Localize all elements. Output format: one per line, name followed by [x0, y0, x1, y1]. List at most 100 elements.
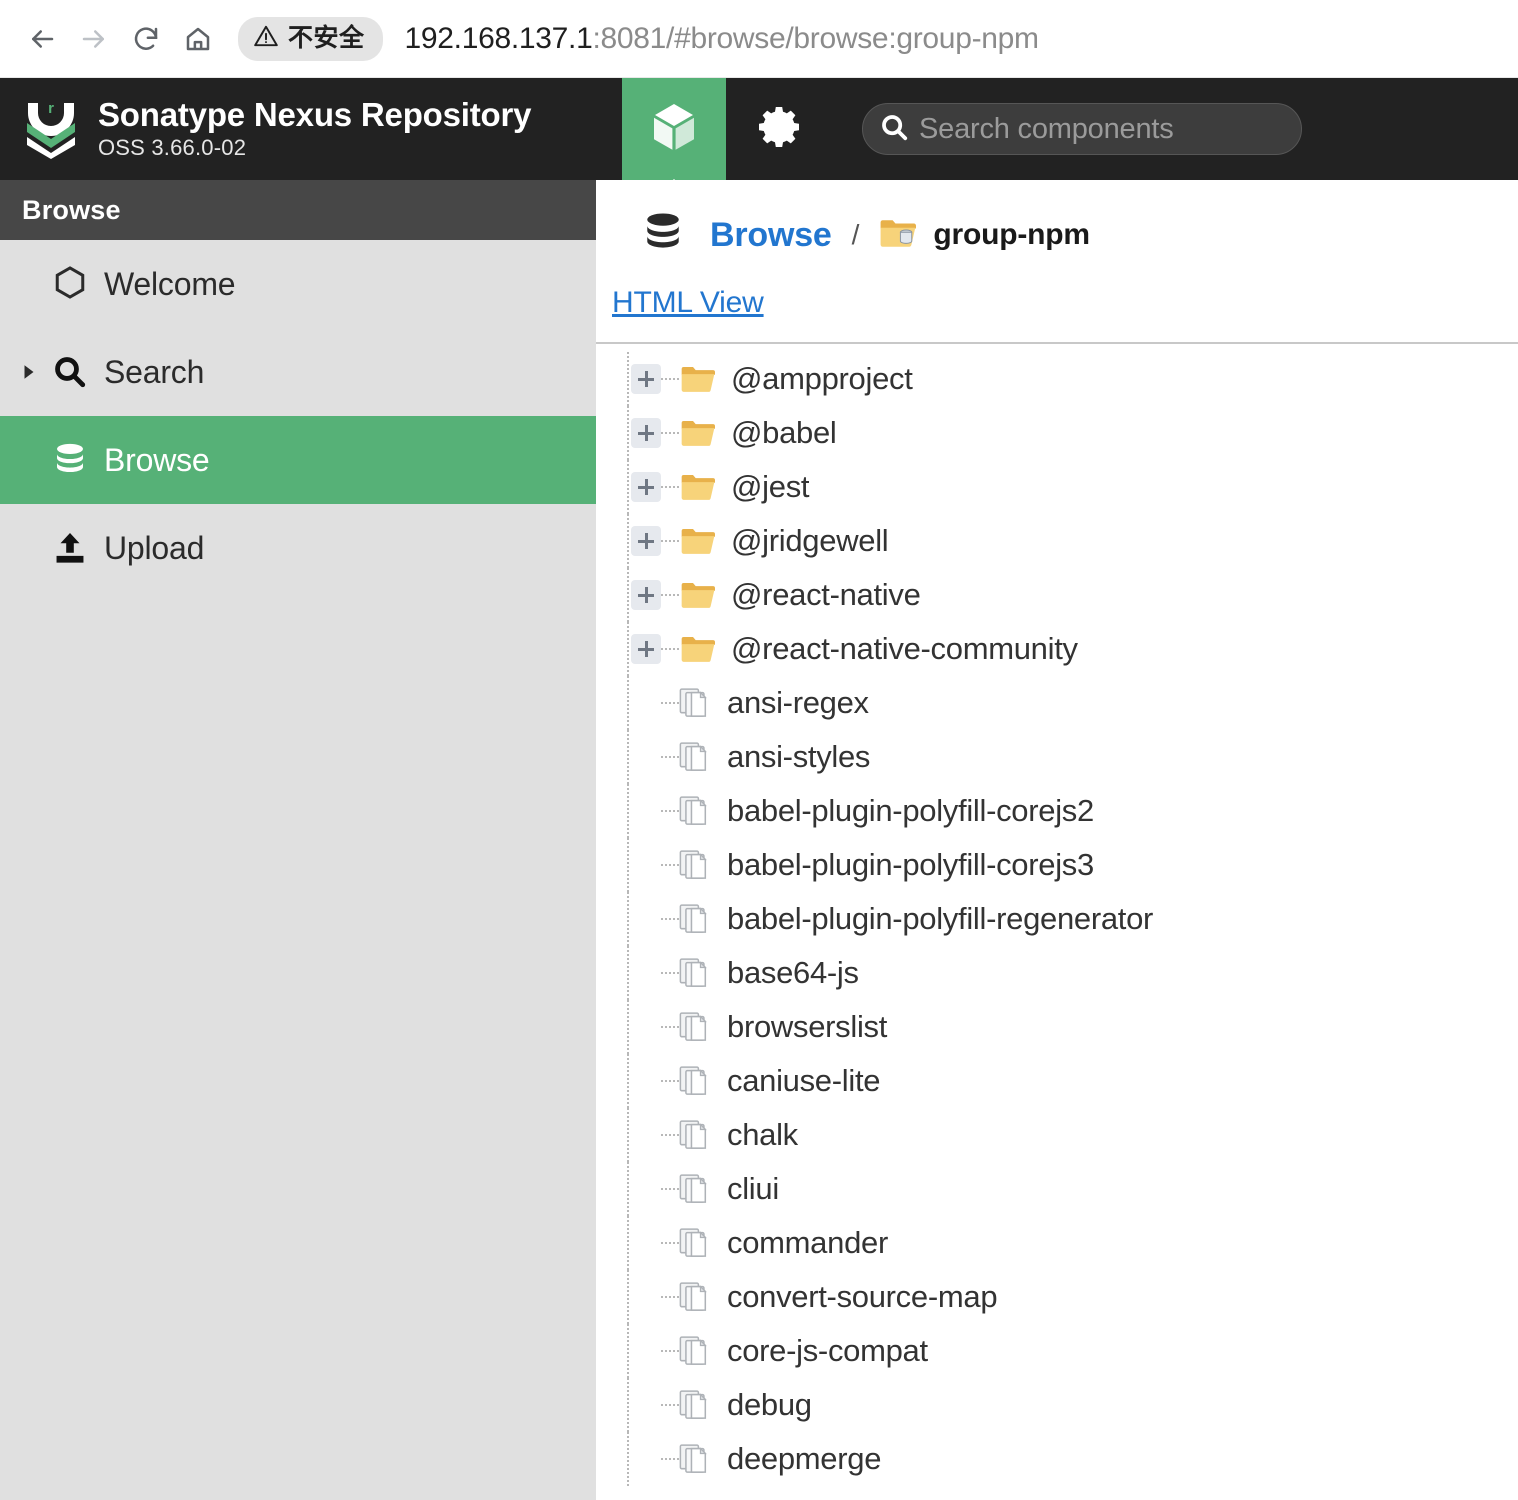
tree-row[interactable]: @ampproject [596, 352, 1518, 406]
sidebar: Browse Welcome Search Browse Upload [0, 180, 596, 1500]
tree-row[interactable]: @babel [596, 406, 1518, 460]
tree-row-label: ansi-regex [727, 685, 869, 720]
tree-row-label: caniuse-lite [727, 1063, 881, 1098]
tree-row-label: browserslist [727, 1009, 888, 1044]
security-badge[interactable]: 不安全 [238, 16, 383, 61]
expand-plus-icon[interactable] [631, 634, 661, 664]
tree-guide-line [612, 730, 646, 784]
breadcrumb-current: group-npm [933, 218, 1090, 251]
cube-icon [650, 101, 698, 158]
breadcrumb-separator: / [851, 219, 860, 250]
home-button[interactable] [172, 13, 224, 65]
tree-connector [661, 1188, 679, 1190]
tree-row-label: commander [727, 1225, 888, 1260]
sidebar-item-label: Welcome [104, 265, 236, 302]
tree-row[interactable]: ansi-styles [596, 730, 1518, 784]
browser-toolbar: 不安全 192.168.137.1:8081/#browse/browse:gr… [0, 0, 1518, 78]
sidebar-item-browse[interactable]: Browse [0, 416, 596, 504]
address-bar[interactable]: 192.168.137.1:8081/#browse/browse:group-… [405, 22, 1040, 56]
sidebar-header: Browse [0, 180, 596, 240]
back-button[interactable] [16, 13, 68, 65]
sidebar-item-label: Upload [104, 529, 205, 566]
tree-row[interactable]: commander [596, 1216, 1518, 1270]
tree-row[interactable]: core-js-compat [596, 1324, 1518, 1378]
tree-guide-line [612, 784, 646, 838]
tree-guide-line [612, 1216, 646, 1270]
tab-admin[interactable] [726, 78, 836, 180]
tree-row-label: babel-plugin-polyfill-corejs2 [727, 793, 1094, 828]
component-icon [679, 1118, 715, 1152]
tree-guide-line [612, 838, 646, 892]
folder-icon [679, 579, 719, 611]
folder-icon [679, 633, 719, 665]
folder-icon [679, 363, 719, 395]
component-icon [679, 1226, 715, 1260]
chevron-right-icon[interactable] [14, 363, 44, 381]
tree-row-label: @ampproject [731, 361, 913, 396]
tree-connector [661, 594, 679, 596]
arrow-right-icon [79, 24, 109, 54]
tree-row[interactable]: debug [596, 1378, 1518, 1432]
tree-row[interactable]: base64-js [596, 946, 1518, 1000]
html-view-link[interactable]: HTML View [596, 264, 764, 320]
tree-row[interactable]: @react-native-community [596, 622, 1518, 676]
tree-row-label: @react-native-community [731, 631, 1078, 666]
sidebar-item-welcome[interactable]: Welcome [0, 240, 596, 328]
sidebar-item-search[interactable]: Search [0, 328, 596, 416]
folder-icon [679, 471, 719, 503]
sidebar-item-upload[interactable]: Upload [0, 504, 596, 592]
tree-row[interactable]: chalk [596, 1108, 1518, 1162]
app-body: Browse Welcome Search Browse Upload Brow… [0, 180, 1518, 1500]
tree-row[interactable]: babel-plugin-polyfill-corejs3 [596, 838, 1518, 892]
component-icon [679, 1172, 715, 1206]
brand[interactable]: r Sonatype Nexus Repository OSS 3.66.0-0… [0, 78, 622, 180]
component-icon [679, 686, 715, 720]
tree-row[interactable]: cliui [596, 1162, 1518, 1216]
component-icon [679, 740, 715, 774]
tree-row[interactable]: caniuse-lite [596, 1054, 1518, 1108]
tree-connector [661, 1026, 679, 1028]
tree-row[interactable]: @jest [596, 460, 1518, 514]
sidebar-header-title: Browse [22, 194, 121, 225]
component-icon [679, 956, 715, 990]
expand-plus-icon[interactable] [631, 418, 661, 448]
reload-button[interactable] [120, 13, 172, 65]
tree-row-label: base64-js [727, 955, 859, 990]
search-input[interactable]: Search components [862, 103, 1302, 155]
tree-row[interactable]: ansi-regex [596, 676, 1518, 730]
tree-connector [661, 486, 679, 488]
tree-row[interactable]: browserslist [596, 1000, 1518, 1054]
tree-guide-line [612, 1378, 646, 1432]
expand-plus-icon[interactable] [631, 472, 661, 502]
tree-row[interactable]: babel-plugin-polyfill-corejs2 [596, 784, 1518, 838]
tree-row[interactable]: babel-plugin-polyfill-regenerator [596, 892, 1518, 946]
component-icon [679, 794, 715, 828]
tree-row[interactable]: @react-native [596, 568, 1518, 622]
tree-connector [661, 1296, 679, 1298]
component-icon [679, 1442, 715, 1476]
tree-row[interactable]: @jridgewell [596, 514, 1518, 568]
component-icon [679, 1280, 715, 1314]
component-icon [679, 848, 715, 882]
tree-row[interactable]: convert-source-map [596, 1270, 1518, 1324]
forward-button[interactable] [68, 13, 120, 65]
tab-browse[interactable] [622, 78, 726, 180]
expand-plus-icon[interactable] [631, 526, 661, 556]
sidebar-item-label: Browse [104, 441, 210, 478]
expand-plus-icon[interactable] [631, 580, 661, 610]
component-tree[interactable]: @ampproject @babel @jest @jridgewell @re… [596, 344, 1518, 1500]
tree-row[interactable]: deepmerge [596, 1432, 1518, 1486]
tree-connector [661, 918, 679, 920]
database-icon [44, 441, 96, 479]
component-icon [679, 1334, 715, 1368]
tree-row-label: @babel [731, 415, 837, 450]
component-icon [679, 1010, 715, 1044]
tree-connector [661, 1404, 679, 1406]
tree-connector [661, 1080, 679, 1082]
expand-plus-icon[interactable] [631, 364, 661, 394]
tree-guide-line [612, 892, 646, 946]
breadcrumb-root[interactable]: Browse [710, 216, 832, 255]
component-icon [679, 902, 715, 936]
sidebar-item-label: Search [104, 353, 205, 390]
app-title: Sonatype Nexus Repository [98, 95, 532, 133]
